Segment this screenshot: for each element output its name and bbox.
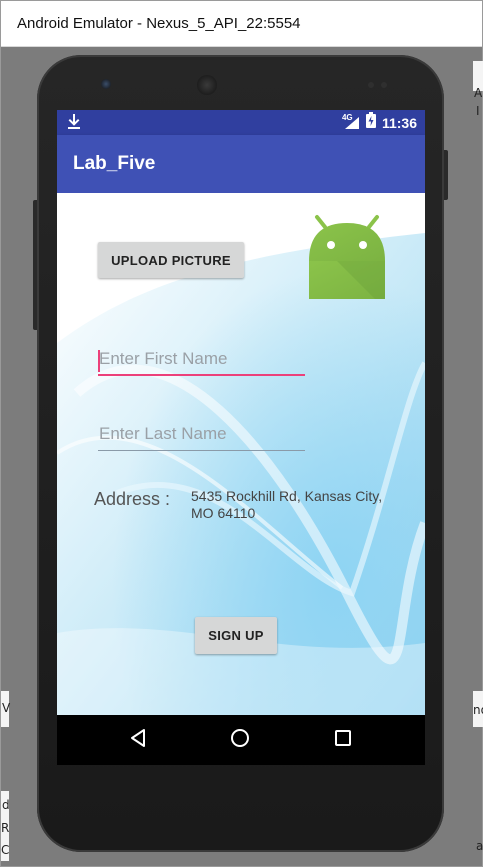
upload-picture-button[interactable]: UPLOAD PICTURE xyxy=(98,242,244,278)
volume-button[interactable] xyxy=(33,200,37,330)
last-name-placeholder: Enter Last Name xyxy=(99,424,227,443)
navigation-bar xyxy=(57,715,425,765)
emulator-window-title[interactable]: Android Emulator - Nexus_5_API_22:5554 xyxy=(1,1,482,47)
back-button[interactable] xyxy=(108,715,168,765)
android-logo xyxy=(307,213,397,303)
battery-icon xyxy=(365,112,376,133)
power-button[interactable] xyxy=(444,150,448,200)
home-circle-icon xyxy=(230,728,250,753)
recents-button[interactable] xyxy=(313,715,373,765)
background-text: I xyxy=(476,104,480,118)
home-button[interactable] xyxy=(210,715,270,765)
background-text: C xyxy=(1,843,10,857)
app-toolbar: Lab_Five xyxy=(57,135,425,193)
status-bar: 4G 11:36 xyxy=(57,110,425,135)
recents-square-icon xyxy=(334,729,352,752)
last-name-underline xyxy=(98,450,305,451)
address-label: Address : xyxy=(94,489,171,509)
earpiece-speaker xyxy=(197,75,217,95)
first-name-field[interactable]: Enter First Name xyxy=(98,344,305,376)
first-name-underline xyxy=(98,374,305,376)
background-text: An xyxy=(474,86,483,100)
background-text: no xyxy=(473,703,483,717)
download-icon xyxy=(67,113,81,136)
front-camera xyxy=(101,79,111,89)
address-value: 5435 Rockhill Rd, Kansas City, MO 64110 xyxy=(191,488,383,521)
back-triangle-icon xyxy=(129,728,147,753)
background-text: R xyxy=(1,821,10,835)
app-title: Lab_Five xyxy=(73,153,156,174)
last-name-field[interactable]: Enter Last Name xyxy=(98,419,305,451)
background-text: a xyxy=(476,839,483,853)
background-text: d xyxy=(2,798,10,812)
network-type-label: 4G xyxy=(341,112,353,122)
sign-up-button[interactable]: SIGN UP xyxy=(195,617,277,654)
signal-icon: 4G xyxy=(341,112,360,130)
phone-screen: 4G 11:36 Lab_Five UPLOAD PICTURE Enter F… xyxy=(57,110,425,765)
first-name-placeholder: Enter First Name xyxy=(99,349,228,368)
text-cursor xyxy=(98,350,100,372)
light-sensor xyxy=(381,82,387,88)
form-content: UPLOAD PICTURE Enter First Name Enter La… xyxy=(57,193,425,715)
clock-time: 11:36 xyxy=(381,114,417,131)
background-text: V xyxy=(2,701,11,715)
proximity-sensor xyxy=(368,82,374,88)
